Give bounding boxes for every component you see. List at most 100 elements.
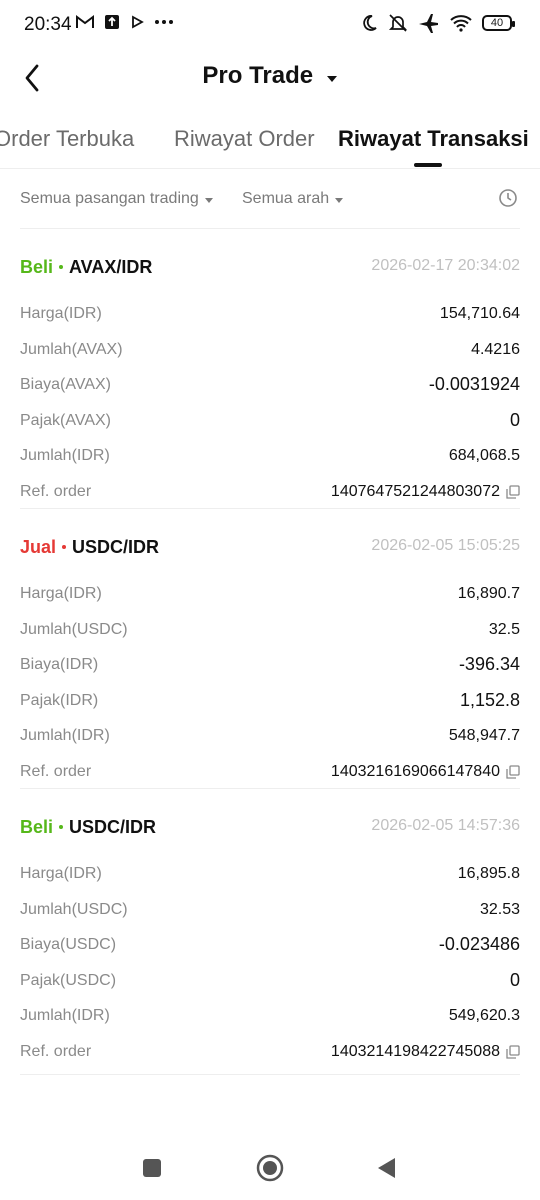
gmail-icon [76,15,94,29]
transaction-time: 2026-02-05 14:57:36 [371,817,520,834]
status-bar: 20:34 40 [0,0,540,52]
direction-filter-label: Semua arah [242,190,330,207]
detail-row: Biaya(AVAX) -0.0031924 [20,374,520,412]
row-value: 4.4216 [471,340,520,358]
side-label: Jual [20,537,57,557]
row-value: 32.5 [488,620,520,638]
detail-row: Jumlah(IDR) 684,068.5 [20,447,520,483]
row-label: Harga(IDR) [20,305,102,322]
detail-row: Harga(IDR) 16,895.8 [20,865,520,901]
ref-order-number: 1403216169066147840 [330,762,500,780]
row-value: -0.023486 [438,934,520,954]
detail-row: Biaya(IDR) -396.34 [20,654,520,692]
row-label: Pajak(USDC) [20,971,117,989]
row-label: Pajak(AVAX) [20,411,111,429]
copy-icon[interactable] [506,1044,520,1059]
system-nav-bar [0,1134,540,1200]
row-value: 548,947.7 [448,727,520,744]
active-tab-indicator [414,163,442,167]
transaction-title: Beli AVAX/IDR [20,257,152,278]
row-label: Jumlah(IDR) [20,727,110,744]
page-title: Pro Trade [202,62,314,89]
row-value: 154,710.64 [439,305,520,322]
pair-label: AVAX/IDR [69,257,153,277]
ref-order-value: 1407647521244803072 [331,483,520,501]
detail-row: Pajak(IDR) 1,152.8 [20,689,520,728]
detail-row: Jumlah(USDC) 32.53 [20,901,520,937]
battery-indicator: 40 [482,15,515,31]
copy-icon[interactable] [506,484,520,499]
row-value: 32.53 [479,900,520,918]
caret-down-icon [326,70,338,88]
airplane-icon [418,13,440,33]
ref-order-value: 1403214198422745088 [331,1043,520,1061]
recents-square-icon[interactable] [132,1148,172,1188]
transaction-time: 2026-02-17 20:34:02 [371,257,520,274]
row-value: 0 [509,409,520,430]
row-label: Jumlah(IDR) [20,1007,110,1024]
clock-icon[interactable] [498,188,520,210]
status-right-icons: 40 [360,13,515,33]
transaction-title: Beli USDC/IDR [20,817,156,838]
detail-row: Jumlah(USDC) 32.5 [20,621,520,657]
side-dot [59,264,64,269]
row-label: Biaya(USDC) [20,936,117,953]
ref-order-value: 1403216169066147840 [331,763,520,781]
detail-row: Jumlah(AVAX) 4.4216 [20,341,520,377]
direction-filter-dropdown[interactable]: Semua arah [242,190,344,208]
play-icon [130,15,144,29]
row-value: 0 [509,969,520,990]
title-dropdown[interactable]: Pro Trade [0,62,540,90]
row-label: Harga(IDR) [20,585,102,602]
row-label: Ref. order [20,1042,92,1060]
home-circle-icon[interactable] [250,1148,290,1188]
row-label: Jumlah(IDR) [20,447,110,464]
detail-row: Pajak(AVAX) 0 [20,409,520,448]
row-value: 1,152.8 [459,689,520,710]
back-triangle-icon[interactable] [366,1148,406,1188]
detail-row: Harga(IDR) 16,890.7 [20,585,520,621]
caret-down-icon [335,197,344,203]
ref-order-number: 1403214198422745088 [330,1042,500,1060]
pair-label: USDC/IDR [72,537,160,557]
tab-order-terbuka[interactable]: Order Terbuka [0,126,134,152]
status-time: 20:34 [24,14,72,35]
row-label: Biaya(IDR) [20,656,99,673]
header: Pro Trade [0,52,540,108]
caret-down-icon [204,197,213,203]
tab-bar: Order Terbuka Riwayat Order Riwayat Tran… [0,112,540,169]
row-value: 684,068.5 [448,447,520,464]
wifi-icon [450,14,472,32]
row-value: 16,895.8 [457,865,520,882]
copy-icon[interactable] [506,764,520,779]
filter-bar: Semua pasangan trading Semua arah [0,180,540,220]
row-label: Ref. order [20,482,92,500]
row-value: 549,620.3 [448,1007,520,1024]
tab-riwayat-transaksi[interactable]: Riwayat Transaksi [338,126,529,152]
side-label: Beli [20,257,54,277]
detail-row: Jumlah(IDR) 549,620.3 [20,1007,520,1043]
row-label: Jumlah(USDC) [20,620,128,638]
row-value: -396.34 [458,654,520,674]
list-end-divider [20,1074,520,1075]
row-label: Harga(IDR) [20,865,102,882]
tab-riwayat-order[interactable]: Riwayat Order [174,126,315,152]
status-left-icons [76,14,174,30]
side-dot [62,544,67,549]
upload-icon [104,14,120,30]
detail-row: Jumlah(IDR) 548,947.7 [20,727,520,763]
row-label: Jumlah(AVAX) [20,340,123,358]
row-value: -0.0031924 [428,374,520,394]
transaction-header: Beli AVAX/IDR 2026-02-17 20:34:02 [20,229,520,305]
row-label: Biaya(AVAX) [20,376,111,393]
transaction-header: Beli USDC/IDR 2026-02-05 14:57:36 [20,789,520,865]
row-label: Ref. order [20,762,92,780]
moon-icon [360,14,378,32]
row-label: Jumlah(USDC) [20,900,128,918]
detail-row: Harga(IDR) 154,710.64 [20,305,520,341]
detail-row: Ref. order 1403214198422745088 [20,1043,520,1079]
row-label: Pajak(IDR) [20,691,99,709]
pair-filter-dropdown[interactable]: Semua pasangan trading [20,190,213,208]
transaction-card: Jual USDC/IDR 2026-02-05 15:05:25 Harga(I… [20,508,520,798]
detail-row: Biaya(USDC) -0.023486 [20,934,520,972]
